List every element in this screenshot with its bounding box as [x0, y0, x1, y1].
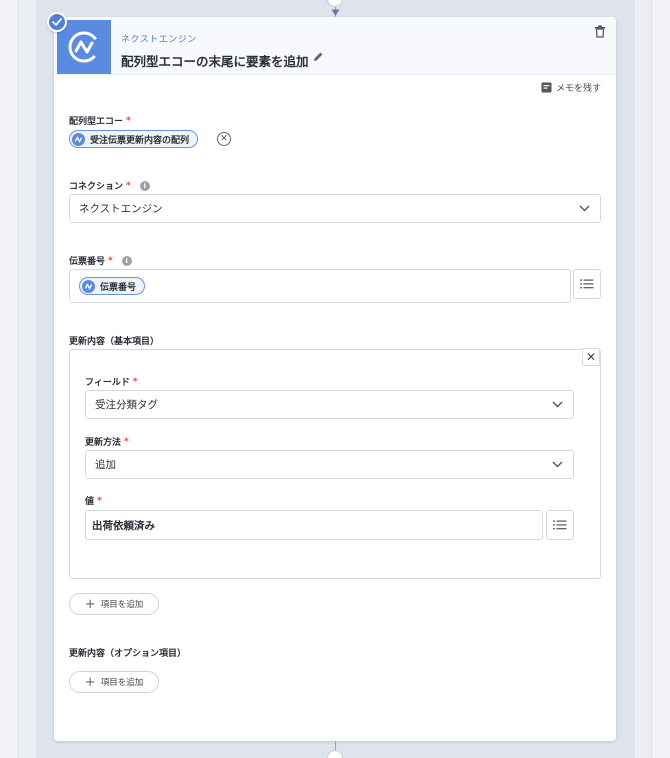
list-icon	[553, 520, 567, 530]
add-option-item-button[interactable]: + 項目を追加	[69, 671, 159, 693]
update-method-select[interactable]: 追加	[85, 450, 574, 479]
slip-number-chip[interactable]: 伝票番号	[79, 277, 146, 295]
add-basic-item-label: 項目を追加	[100, 600, 144, 610]
slip-number-label: 伝票番号 * i	[69, 254, 132, 267]
close-icon[interactable]: ✕	[582, 348, 600, 366]
action-title: 配列型エコーの末尾に要素を追加	[121, 54, 309, 69]
chevron-down-icon	[552, 401, 563, 408]
basic-items-section-label: 更新内容（基本項目）	[69, 337, 160, 347]
connection-label: コネクション * i	[69, 179, 150, 192]
action-card: ネクストエンジン 配列型エコーの末尾に要素を追加 メモを残す 配列型エコー * 受…	[54, 17, 616, 741]
field-select[interactable]: 受注分類タグ	[85, 390, 574, 419]
plus-icon: +	[84, 674, 96, 690]
flow-arrow-icon	[331, 9, 340, 16]
option-items-section-label: 更新内容（オプション項目）	[69, 649, 187, 659]
chevron-down-icon	[579, 205, 590, 212]
memo-label: メモを残す	[556, 84, 602, 94]
array-echo-label: 配列型エコー *	[69, 115, 131, 128]
slip-number-list-button[interactable]	[573, 269, 601, 299]
trash-icon[interactable]	[594, 25, 606, 38]
check-icon	[47, 12, 67, 32]
nextengine-logo-icon	[57, 20, 111, 74]
info-icon[interactable]: i	[121, 255, 132, 266]
info-icon[interactable]: i	[139, 180, 150, 191]
value-label: 値 *	[85, 495, 102, 508]
update-method-label: 更新方法 *	[85, 436, 129, 449]
field-label: フィールド *	[85, 376, 138, 389]
value-list-button[interactable]	[546, 510, 574, 540]
chevron-down-icon	[552, 461, 563, 468]
plus-icon: +	[84, 596, 96, 612]
array-echo-chip-label: 受注伝票更新内容の配列	[90, 135, 190, 146]
value-input-text: 出荷依頼済み	[92, 519, 155, 532]
array-echo-chip[interactable]: 受注伝票更新内容の配列	[69, 130, 199, 148]
list-icon	[580, 279, 594, 289]
add-option-item-label: 項目を追加	[100, 678, 144, 688]
connection-select[interactable]: ネクストエンジン	[69, 194, 601, 223]
app-name: ネクストエンジン	[121, 35, 197, 45]
slip-number-chip-label: 伝票番号	[100, 282, 137, 293]
add-basic-item-button[interactable]: + 項目を追加	[69, 593, 159, 615]
slip-number-input[interactable]: 伝票番号	[69, 269, 571, 303]
nextengine-logo-icon	[72, 132, 85, 146]
memo-icon	[541, 82, 552, 93]
pencil-icon[interactable]	[313, 51, 324, 62]
clear-x-icon[interactable]: ✕	[217, 132, 231, 146]
update-method-select-value: 追加	[95, 459, 116, 471]
value-input[interactable]: 出荷依頼済み	[85, 510, 543, 540]
connection-select-value: ネクストエンジン	[79, 203, 163, 215]
memo-button[interactable]: メモを残す	[541, 81, 601, 94]
field-select-value: 受注分類タグ	[95, 399, 158, 411]
card-header: ネクストエンジン 配列型エコーの末尾に要素を追加	[54, 17, 616, 75]
nextengine-logo-icon	[82, 279, 95, 293]
